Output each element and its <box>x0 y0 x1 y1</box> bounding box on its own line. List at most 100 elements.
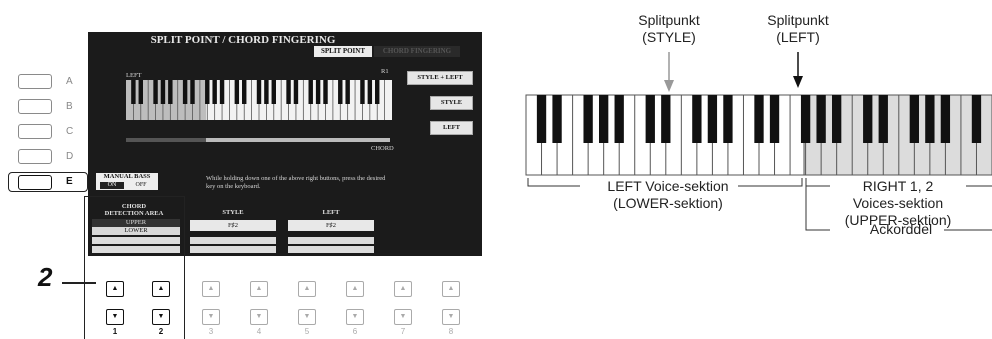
black-key <box>286 80 291 104</box>
black-key <box>271 80 276 104</box>
button-d-label: D <box>66 151 74 162</box>
arrow-down-icon: ▼ <box>351 313 359 320</box>
black-key <box>308 80 313 104</box>
black-key <box>832 95 842 143</box>
arrow-down-icon: ▼ <box>399 313 407 320</box>
button-7-down[interactable]: ▼ <box>394 309 412 325</box>
screen-title: SPLIT POINT / CHORD FINGERING <box>150 34 336 46</box>
black-key <box>614 95 624 143</box>
manual-bass-on[interactable]: ON <box>100 182 124 189</box>
screen-keyboard <box>126 80 392 120</box>
style-spin-down[interactable] <box>190 246 276 253</box>
arrow-down-icon: ▼ <box>207 313 215 320</box>
arrow-up-icon: ▲ <box>111 285 119 292</box>
button-3-up[interactable]: ▲ <box>202 281 220 297</box>
arrow-up-icon: ▲ <box>157 285 165 292</box>
button-6-up[interactable]: ▲ <box>346 281 364 297</box>
arrow-down-icon: ▼ <box>157 313 165 320</box>
button-3-down[interactable]: ▼ <box>202 309 220 325</box>
chord-section-label: Ackorddel <box>869 221 933 237</box>
button-a-label: A <box>66 76 73 87</box>
button-4-number: 4 <box>256 327 262 336</box>
arrow-down-icon: ▼ <box>111 313 119 320</box>
black-key <box>599 95 609 143</box>
style-field-value[interactable]: F♯2 <box>190 220 276 231</box>
button-8-number: 8 <box>448 327 454 336</box>
button-a[interactable] <box>18 74 52 89</box>
right-section-label-1: RIGHT 1, 2 <box>862 178 934 194</box>
button-1-down[interactable]: ▼ <box>106 309 124 325</box>
button-5-down[interactable]: ▼ <box>298 309 316 325</box>
left-field-title: LEFT <box>322 209 340 216</box>
left-range-bar <box>126 138 206 142</box>
button-c-label: C <box>66 126 74 137</box>
button-6-number: 6 <box>352 327 358 336</box>
button-b-label: B <box>66 101 73 112</box>
manual-bass-off[interactable]: OFF <box>128 182 154 189</box>
black-key <box>160 80 166 104</box>
button-2-up[interactable]: ▲ <box>152 281 170 297</box>
button-2-down[interactable]: ▼ <box>152 309 170 325</box>
button-b[interactable] <box>18 99 52 114</box>
black-key <box>723 95 733 143</box>
style-spin-up[interactable] <box>190 237 276 244</box>
arrow-down-icon: ▼ <box>303 313 311 320</box>
black-key <box>816 95 826 143</box>
split-style-arrow-head <box>664 80 674 92</box>
black-key <box>707 95 718 143</box>
button-e[interactable] <box>18 175 52 190</box>
black-key <box>769 95 780 143</box>
arrow-up-icon: ▲ <box>447 285 455 292</box>
tab-chord-fingering[interactable]: CHORD FINGERING <box>374 46 460 57</box>
left-field-value[interactable]: F♯2 <box>288 220 374 231</box>
black-key <box>645 95 655 143</box>
black-key <box>264 80 269 104</box>
manual-bass-label: MANUAL BASS <box>103 173 151 180</box>
left-spin-up[interactable] <box>288 237 374 244</box>
chord-range-label: CHORD <box>371 145 394 152</box>
black-key <box>256 80 262 104</box>
black-key <box>971 95 982 143</box>
tab-split-point[interactable]: SPLIT POINT <box>314 46 372 57</box>
style-field-title: STYLE <box>222 209 244 216</box>
button-5-up[interactable]: ▲ <box>298 281 316 297</box>
arrow-down-icon: ▼ <box>447 313 455 320</box>
split-left-arrow-head <box>793 76 803 88</box>
button-e-label: E <box>66 176 73 187</box>
black-key <box>692 95 702 143</box>
arrow-up-icon: ▲ <box>207 285 215 292</box>
style-left-button[interactable]: STYLE + LEFT <box>407 71 473 85</box>
button-d[interactable] <box>18 149 52 164</box>
button-8-down[interactable]: ▼ <box>442 309 460 325</box>
split-style-label-2: (STYLE) <box>642 29 696 45</box>
left-spin-down[interactable] <box>288 246 374 253</box>
arrow-up-icon: ▲ <box>255 285 263 292</box>
button-8-up[interactable]: ▲ <box>442 281 460 297</box>
keyboard-left-label: LEFT <box>126 72 142 79</box>
black-key <box>925 95 935 143</box>
button-5-number: 5 <box>304 327 310 336</box>
black-key <box>661 95 671 143</box>
button-c[interactable] <box>18 124 52 139</box>
button-4-down[interactable]: ▼ <box>250 309 268 325</box>
instruction-text: While holding down one of the above righ… <box>206 175 386 190</box>
black-key <box>205 80 210 104</box>
button-1-up[interactable]: ▲ <box>106 281 124 297</box>
button-2-number: 2 <box>158 327 164 336</box>
black-key <box>754 95 764 143</box>
chord-range-bar <box>206 138 390 142</box>
left-button[interactable]: LEFT <box>430 121 473 135</box>
black-key <box>153 80 158 104</box>
style-button[interactable]: STYLE <box>430 96 473 110</box>
black-key <box>345 80 350 104</box>
button-4-up[interactable]: ▲ <box>250 281 268 297</box>
button-7-up[interactable]: ▲ <box>394 281 412 297</box>
left-section-label-1: LEFT Voice-sektion <box>607 178 729 194</box>
button-1-number: 1 <box>112 327 118 336</box>
button-6-down[interactable]: ▼ <box>346 309 364 325</box>
black-key <box>375 80 380 104</box>
right-section-label-2: Voices-sektion <box>852 195 944 211</box>
black-key <box>219 80 225 104</box>
left-section-label-2: (LOWER-sektion) <box>613 195 723 211</box>
step-number: 2 <box>38 262 53 292</box>
